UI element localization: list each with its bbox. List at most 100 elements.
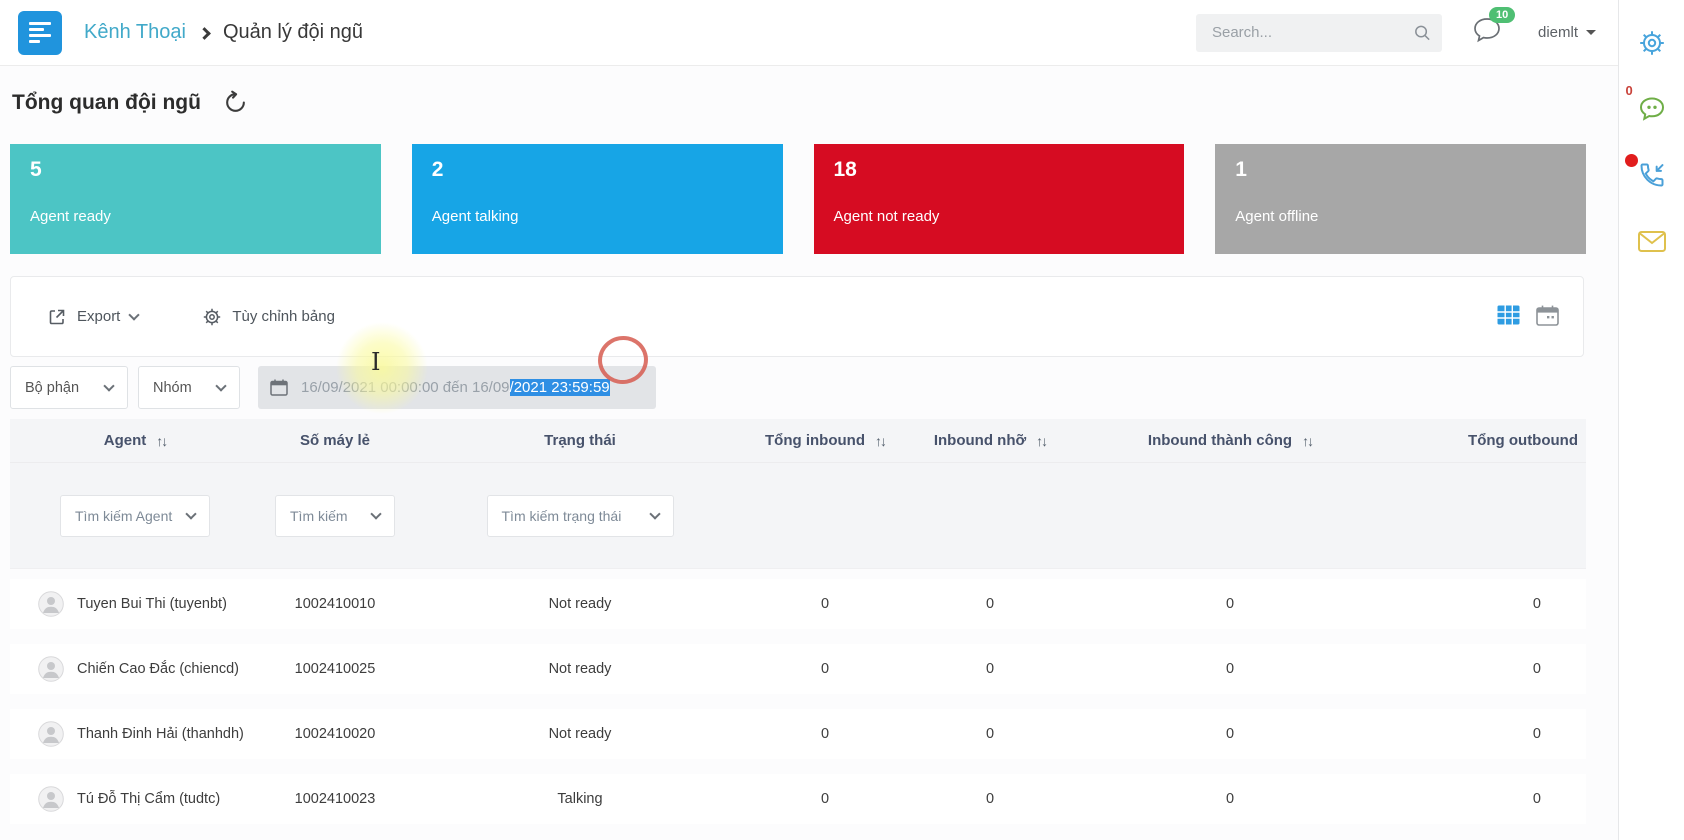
right-toolbar: 0 bbox=[1618, 0, 1684, 840]
total-outbound-cell: 0 bbox=[1380, 661, 1586, 677]
date-range-input[interactable]: 16/09/2021 00:00:00 đến 16/09/2021 23:59… bbox=[258, 366, 656, 409]
breadcrumb: Kênh Thoại Quản lý đội ngũ bbox=[84, 21, 363, 44]
refresh-icon bbox=[223, 90, 248, 115]
column-header-success-inbound[interactable]: Inbound thành công ↑↓ bbox=[1080, 432, 1380, 449]
group-select[interactable]: Nhóm bbox=[138, 366, 240, 409]
agent-search-select[interactable]: Tìm kiếm Agent bbox=[60, 495, 210, 537]
table-search-row: Tìm kiếm Agent Tìm kiếm Tìm kiếm trạng t… bbox=[10, 463, 1586, 569]
customize-table-button[interactable]: Tùy chỉnh bảng bbox=[196, 306, 341, 328]
caret-down-icon bbox=[1586, 30, 1596, 40]
status-cell: Talking bbox=[410, 791, 750, 807]
overview-cards: 5 Agent ready 2 Agent talking 18 Agent n… bbox=[10, 144, 1586, 254]
top-header: Kênh Thoại Quản lý đội ngũ 10 bbox=[0, 0, 1618, 66]
chevron-down-icon bbox=[103, 380, 114, 391]
call-channel-button[interactable] bbox=[1637, 160, 1667, 190]
table-row[interactable]: Chiến Cao Đắc (chiencd) 1002410025 Not r… bbox=[10, 644, 1586, 694]
refresh-button[interactable] bbox=[223, 90, 248, 118]
header-right: 10 diemlt bbox=[1196, 14, 1604, 52]
incoming-call-icon bbox=[1638, 161, 1666, 189]
menu-toggle-button[interactable] bbox=[18, 11, 62, 55]
table-row[interactable]: Tú Đỗ Thị Cẩm (tudtc) 1002410023 Talking… bbox=[10, 774, 1586, 824]
stat-label: Agent offline bbox=[1235, 208, 1586, 225]
email-channel-button[interactable] bbox=[1637, 226, 1667, 256]
stat-value: 1 bbox=[1235, 158, 1586, 182]
extension-search-select[interactable]: Tìm kiếm bbox=[275, 495, 395, 537]
agent-name: Thanh Đinh Hải (thanhdh) bbox=[77, 726, 244, 742]
column-header-missed-inbound[interactable]: Inbound nhỡ ↑↓ bbox=[900, 432, 1080, 449]
notification-dot bbox=[1625, 154, 1638, 167]
messages-button[interactable]: 10 bbox=[1472, 16, 1502, 49]
export-icon bbox=[47, 307, 67, 327]
status-search-select[interactable]: Tìm kiếm trạng thái bbox=[487, 495, 674, 537]
table-grid-icon bbox=[1497, 305, 1520, 325]
total-inbound-cell: 0 bbox=[750, 596, 900, 612]
search-input[interactable] bbox=[1210, 23, 1413, 42]
avatar bbox=[38, 591, 64, 617]
total-outbound-cell: 0 bbox=[1380, 596, 1586, 612]
success-inbound-cell: 0 bbox=[1080, 661, 1380, 677]
main-column: Kênh Thoại Quản lý đội ngũ 10 bbox=[0, 0, 1618, 840]
column-header-extension[interactable]: Số máy lẻ bbox=[260, 432, 410, 449]
search-icon[interactable] bbox=[1413, 23, 1432, 43]
calendar-view-icon bbox=[1536, 305, 1559, 326]
avatar bbox=[38, 786, 64, 812]
page-title: Tổng quan đội ngũ bbox=[12, 91, 201, 115]
breadcrumb-section-link[interactable]: Kênh Thoại bbox=[84, 21, 186, 44]
extension-cell: 1002410020 bbox=[260, 726, 410, 742]
agents-table: Agent ↑↓ Số máy lẻ Trạng thái Tổng inbou… bbox=[10, 419, 1586, 824]
extension-cell: 1002410023 bbox=[260, 791, 410, 807]
success-inbound-cell: 0 bbox=[1080, 791, 1380, 807]
stat-card-agent-ready: 5 Agent ready bbox=[10, 144, 381, 254]
extension-cell: 1002410025 bbox=[260, 661, 410, 677]
stat-label: Agent talking bbox=[432, 208, 783, 225]
stat-value: 18 bbox=[834, 158, 1185, 182]
user-menu[interactable]: diemlt bbox=[1538, 24, 1596, 41]
column-header-agent[interactable]: Agent ↑↓ bbox=[10, 432, 260, 449]
table-row[interactable]: Tuyen Bui Thi (tuyenbt) 1002410010 Not r… bbox=[10, 579, 1586, 629]
agent-name: Chiến Cao Đắc (chiencd) bbox=[77, 661, 239, 677]
stat-value: 2 bbox=[432, 158, 783, 182]
column-header-total-outbound[interactable]: Tổng outbound bbox=[1380, 432, 1586, 449]
success-inbound-cell: 0 bbox=[1080, 726, 1380, 742]
agent-name: Tuyen Bui Thi (tuyenbt) bbox=[77, 596, 227, 612]
table-row[interactable]: Thanh Đinh Hải (thanhdh) 1002410020 Not … bbox=[10, 709, 1586, 759]
stat-label: Agent not ready bbox=[834, 208, 1185, 225]
stat-label: Agent ready bbox=[30, 208, 381, 225]
department-select[interactable]: Bộ phận bbox=[10, 366, 128, 409]
stat-card-agent-offline: 1 Agent offline bbox=[1215, 144, 1586, 254]
sort-icon: ↑↓ bbox=[1036, 433, 1046, 449]
status-cell: Not ready bbox=[410, 661, 750, 677]
chevron-down-icon bbox=[370, 508, 381, 519]
app-root: Kênh Thoại Quản lý đội ngũ 10 bbox=[0, 0, 1684, 840]
chat-channel-icon bbox=[1637, 95, 1667, 123]
status-cell: Not ready bbox=[410, 596, 750, 612]
extension-cell: 1002410010 bbox=[260, 596, 410, 612]
main-content: Tổng quan đội ngũ 5 Agent ready 2 Agent … bbox=[0, 66, 1618, 840]
date-range-text: 16/09/2021 00:00:00 đến 16/09/2021 23:59… bbox=[301, 379, 610, 396]
agent-cell: Thanh Đinh Hải (thanhdh) bbox=[10, 721, 260, 747]
chevron-down-icon bbox=[185, 508, 196, 519]
gear-icon bbox=[202, 307, 222, 327]
page-title-row: Tổng quan đội ngũ bbox=[0, 66, 1618, 118]
chat-badge: 10 bbox=[1489, 7, 1515, 23]
column-header-status[interactable]: Trạng thái bbox=[410, 432, 750, 449]
agent-cell: Tú Đỗ Thị Cẩm (tudtc) bbox=[10, 786, 260, 812]
chevron-right-icon bbox=[198, 27, 211, 40]
filter-row: Bộ phận Nhóm 16/09/2021 00:00:00 đến 16/… bbox=[10, 366, 1618, 409]
selected-date-text: /2021 23:59:59 bbox=[510, 379, 610, 396]
column-header-total-inbound[interactable]: Tổng inbound ↑↓ bbox=[750, 432, 900, 449]
settings-button[interactable] bbox=[1637, 28, 1667, 58]
export-button[interactable]: Export bbox=[41, 306, 144, 328]
agent-cell: Chiến Cao Đắc (chiencd) bbox=[10, 656, 260, 682]
calendar-icon bbox=[270, 379, 288, 396]
hamburger-icon bbox=[29, 22, 51, 43]
status-cell: Not ready bbox=[410, 726, 750, 742]
user-name: diemlt bbox=[1538, 24, 1578, 41]
calendar-view-button[interactable] bbox=[1534, 303, 1561, 331]
table-view-button[interactable] bbox=[1495, 303, 1522, 330]
chat-count-badge: 0 bbox=[1626, 83, 1633, 98]
table-body: Tuyen Bui Thi (tuyenbt) 1002410010 Not r… bbox=[10, 579, 1586, 824]
chevron-down-icon bbox=[129, 309, 140, 320]
chat-channel-button[interactable]: 0 bbox=[1637, 94, 1667, 124]
sort-icon: ↑↓ bbox=[156, 433, 166, 449]
